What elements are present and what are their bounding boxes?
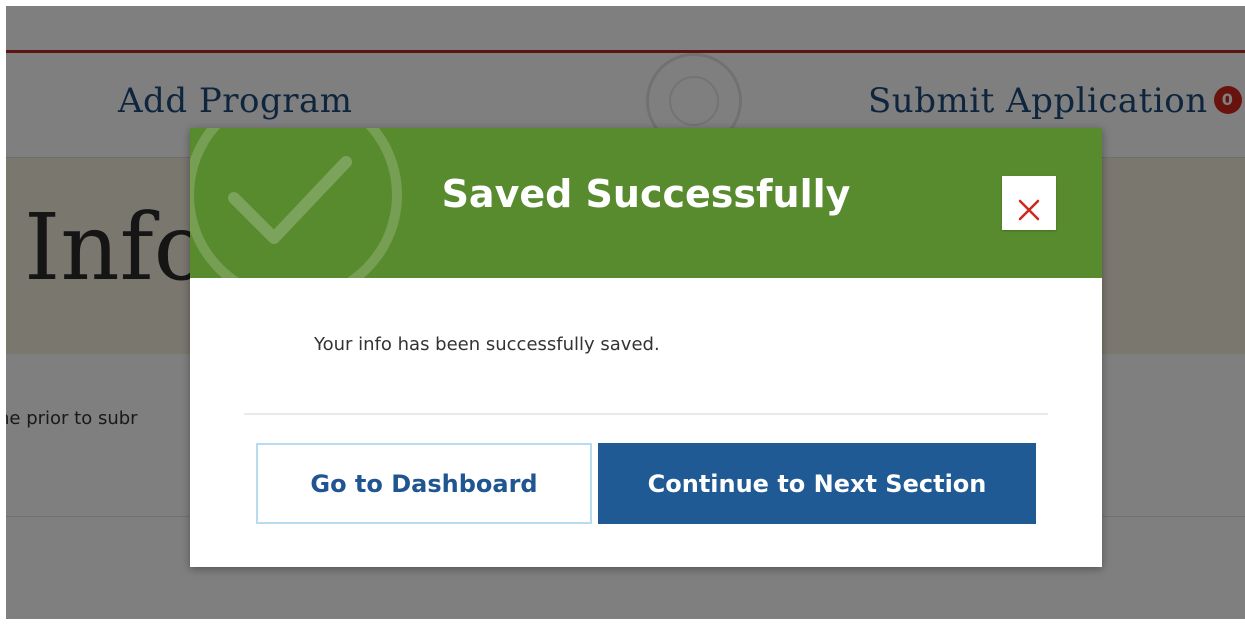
close-x-icon	[1018, 199, 1040, 221]
modal-header: Saved Successfully	[190, 128, 1102, 278]
close-button[interactable]	[1002, 176, 1056, 230]
saved-success-modal: Saved Successfully Your info has been su…	[190, 128, 1102, 567]
screen: Add Program Submit Application0 Info ne …	[0, 0, 1245, 625]
continue-next-section-button[interactable]: Continue to Next Section	[598, 443, 1036, 524]
modal-message: Your info has been successfully saved.	[314, 334, 660, 355]
go-to-dashboard-button[interactable]: Go to Dashboard	[256, 443, 592, 524]
modal-title: Saved Successfully	[441, 172, 851, 216]
modal-divider	[244, 413, 1048, 415]
